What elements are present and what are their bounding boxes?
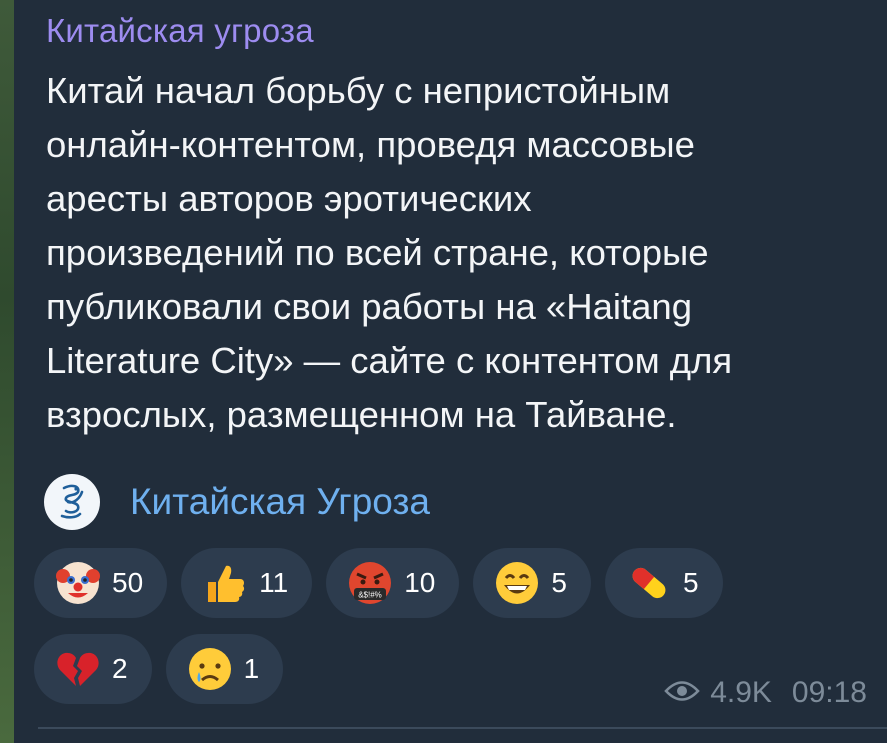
dragon-logo-icon[interactable] [44,474,100,530]
forwarded-channel-name[interactable]: Китайская Угроза [130,481,430,523]
post-channel-name[interactable]: Китайская угроза [46,12,314,50]
reaction-broken-heart[interactable]: 2 [34,634,152,704]
clown-face-icon [54,559,102,607]
forwarded-channel[interactable]: Китайская Угроза [44,474,430,530]
reaction-thumbs-up[interactable]: 11 [181,548,313,618]
broken-heart-icon [54,645,102,693]
message-text: Китай начал борьбу с непристойным онлайн… [46,70,733,435]
reaction-cursing-face[interactable]: &$!#% 10 [326,548,460,618]
message-meta: 4.9K 09:18 [664,676,867,710]
reaction-count: 2 [112,653,128,684]
reaction-count: 10 [404,567,436,598]
reaction-count: 1 [243,653,260,684]
reaction-count: 5 [551,567,567,598]
reaction-count: 50 [112,567,144,598]
views-count: 4.9K [710,676,772,709]
svg-text:&$!#%: &$!#% [358,591,382,600]
face-with-symbols-on-mouth-icon: &$!#% [346,559,394,607]
pill-icon [625,559,673,607]
crying-face-icon [186,645,234,693]
reaction-clown[interactable]: 50 [34,548,168,618]
reaction-count: 11 [259,567,289,598]
divider [38,727,887,729]
reaction-crying[interactable]: 1 [165,634,284,704]
eye-icon [664,676,700,710]
thumbs-up-icon [201,559,249,607]
message-time: 09:18 [791,676,867,709]
reaction-pill[interactable]: 5 [604,548,723,618]
reaction-grinning[interactable]: 5 [473,548,591,618]
reaction-count: 5 [682,567,699,598]
grinning-face-icon [493,559,541,607]
